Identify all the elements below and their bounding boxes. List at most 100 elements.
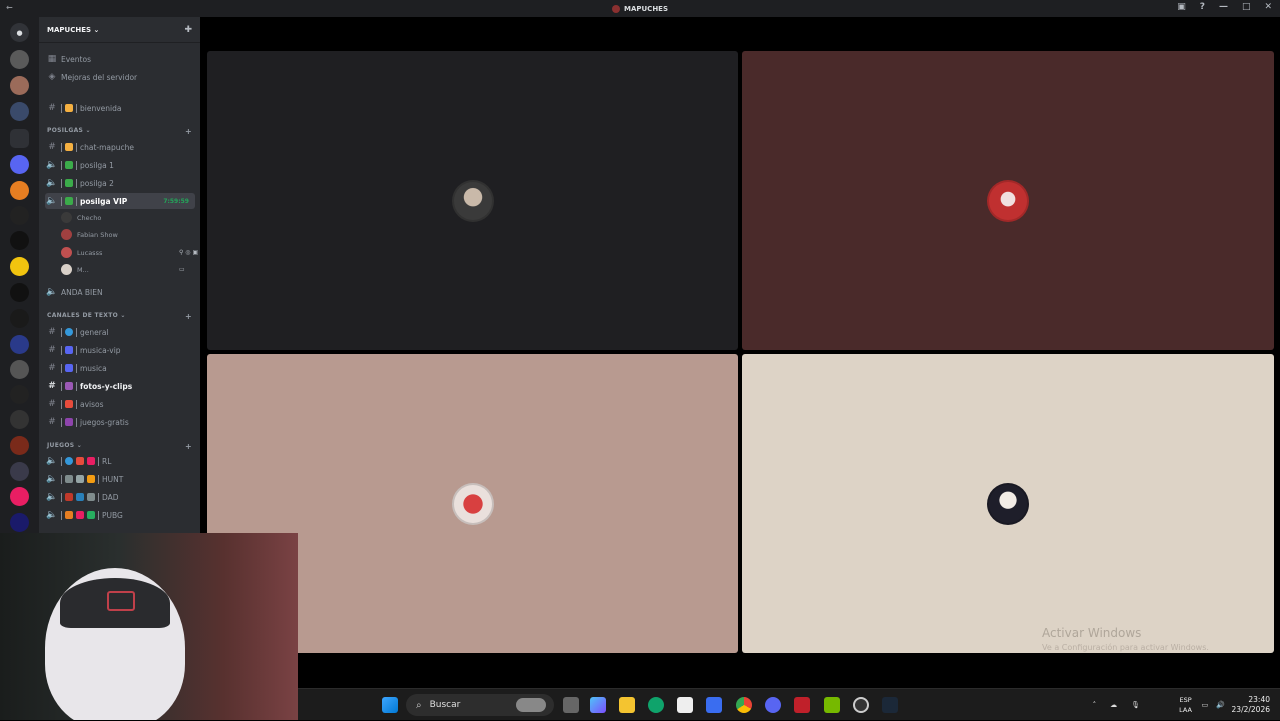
minimize-button[interactable]: — xyxy=(1219,2,1228,12)
channel-fotos-y-clips[interactable]: # fotos-y-clips xyxy=(45,378,195,394)
category-posilgas[interactable]: POSILGAS ⌄ + xyxy=(47,127,192,136)
tile-checho[interactable] xyxy=(207,51,738,350)
server-icon[interactable] xyxy=(10,76,29,95)
emoji-icon xyxy=(76,511,84,519)
hash-icon: # xyxy=(48,399,56,409)
channel-bienvenida[interactable]: # bienvenida xyxy=(45,100,195,116)
channel-juegos-gratis[interactable]: # juegos-gratis xyxy=(45,414,195,430)
voice-user[interactable]: M... ▭ xyxy=(61,262,185,277)
avatar xyxy=(451,179,494,222)
category-text-channels[interactable]: CANALES DE TEXTO ⌄ + xyxy=(47,312,192,321)
server-icon[interactable] xyxy=(10,513,29,532)
boost-icon: ◈ xyxy=(48,72,56,82)
server-icon[interactable] xyxy=(10,360,29,379)
amd-icon[interactable] xyxy=(794,697,810,713)
webcam-overlay xyxy=(0,533,298,720)
channel-musica-vip[interactable]: # musica-vip xyxy=(45,342,195,358)
channel-rl[interactable]: 🔈 RL xyxy=(45,453,195,469)
tile-m[interactable] xyxy=(742,354,1274,653)
start-icon[interactable] xyxy=(382,697,398,713)
discord-icon[interactable] xyxy=(765,697,781,713)
avatar xyxy=(451,482,494,525)
server-icon[interactable] xyxy=(10,102,29,121)
quick-settings[interactable]: ▭ 🔊 xyxy=(1202,689,1225,721)
boost-item[interactable]: ◈ Mejoras del servidor xyxy=(45,69,195,85)
channel-general[interactable]: # general xyxy=(45,324,195,340)
cloud-icon[interactable]: ☁ xyxy=(1110,701,1117,709)
add-channel-icon[interactable]: + xyxy=(185,127,192,136)
search-box[interactable]: ⌕ Buscar xyxy=(406,694,554,716)
discord-home-icon[interactable]: ● xyxy=(10,23,29,42)
speaker-icon: 🔈 xyxy=(46,287,58,297)
chrome-icon[interactable] xyxy=(736,697,752,713)
obs-icon[interactable] xyxy=(853,697,869,713)
close-button[interactable]: ✕ xyxy=(1264,2,1272,12)
clock[interactable]: 23:40 23/2/2026 xyxy=(1232,695,1270,715)
inbox-icon[interactable]: ▣ xyxy=(1177,2,1186,12)
emoji-icon xyxy=(76,475,84,483)
events-item[interactable]: ▦ Eventos xyxy=(45,51,195,67)
server-icon[interactable] xyxy=(10,309,29,328)
tile-fabian[interactable] xyxy=(742,51,1274,350)
server-icon[interactable] xyxy=(10,283,29,302)
steam-icon[interactable] xyxy=(882,697,898,713)
server-icon[interactable] xyxy=(10,257,29,276)
server-icon[interactable] xyxy=(10,335,29,354)
server-icon[interactable] xyxy=(10,385,29,404)
window-title: MAPUCHES xyxy=(623,4,669,13)
microphone-icon[interactable]: 🎙 xyxy=(1131,701,1140,709)
channel-dad[interactable]: 🔈 DAD xyxy=(45,489,195,505)
nvidia-icon[interactable] xyxy=(824,697,840,713)
gamepad-icon xyxy=(65,418,73,426)
add-channel-icon[interactable]: + xyxy=(185,312,192,321)
hash-icon: # xyxy=(48,142,56,152)
avatar xyxy=(987,482,1029,525)
server-icon[interactable] xyxy=(10,155,29,174)
server-icon[interactable] xyxy=(10,487,29,506)
server-icon[interactable] xyxy=(10,410,29,429)
speaker-icon: 🔈 xyxy=(46,510,58,520)
emoji-icon xyxy=(65,143,73,151)
maximize-button[interactable]: □ xyxy=(1242,2,1251,12)
server-icon[interactable] xyxy=(10,50,29,69)
server-icon[interactable] xyxy=(10,181,29,200)
app-icon[interactable] xyxy=(706,697,722,713)
hash-icon: # xyxy=(48,381,56,391)
channel-avisos[interactable]: # avisos xyxy=(45,396,195,412)
voice-user[interactable]: Fabian Show xyxy=(61,227,118,242)
language-indicator[interactable]: ESP LAA xyxy=(1179,695,1192,715)
back-icon[interactable]: ← xyxy=(6,3,13,12)
channel-hunt[interactable]: 🔈 HUNT xyxy=(45,471,195,487)
store-icon[interactable] xyxy=(677,697,693,713)
chevron-up-icon[interactable]: ˄ xyxy=(1093,701,1097,709)
task-view-icon[interactable] xyxy=(563,697,579,713)
server-icon[interactable] xyxy=(10,436,29,455)
voice-status-icons: ⚲ ◎ ▣ xyxy=(179,249,199,256)
help-icon[interactable]: ? xyxy=(1200,2,1205,12)
add-channel-icon[interactable]: + xyxy=(185,442,192,451)
folder-icon[interactable] xyxy=(10,129,29,148)
server-icon[interactable] xyxy=(10,462,29,481)
voice-user[interactable]: Checho xyxy=(61,210,101,225)
music-icon xyxy=(65,346,73,354)
server-icon[interactable] xyxy=(10,206,29,225)
channel-musica[interactable]: # musica xyxy=(45,360,195,376)
invite-icon[interactable]: ✚ xyxy=(184,25,192,35)
search-highlight-icon xyxy=(516,698,546,712)
channel-pubg[interactable]: 🔈 PUBG xyxy=(45,507,195,523)
voice-user[interactable]: Lucasss ⚲ ◎ ▣ xyxy=(61,245,198,260)
server-header[interactable]: MAPUCHES ⌄ ✚ xyxy=(39,17,200,43)
channel-sidebar: MAPUCHES ⌄ ✚ ▦ Eventos ◈ Mejoras del ser… xyxy=(39,17,200,533)
channel-chat-mapuche[interactable]: # chat-mapuche xyxy=(45,139,195,155)
copilot-icon[interactable] xyxy=(590,697,606,713)
category-juegos[interactable]: JUEGOS ⌄ + xyxy=(47,442,192,451)
channel-posilga-1[interactable]: 🔈 posilga 1 xyxy=(45,157,195,173)
channel-anda-bien[interactable]: 🔈 ANDA BIEN xyxy=(45,284,195,300)
volume-icon: 🔊 xyxy=(1216,701,1225,709)
server-icon[interactable] xyxy=(10,231,29,250)
edge-icon[interactable] xyxy=(648,697,664,713)
file-explorer-icon[interactable] xyxy=(619,697,635,713)
channel-posilga-vip[interactable]: 🔈 posilga VIP 7:59:59 xyxy=(45,193,195,209)
channel-posilga-2[interactable]: 🔈 posilga 2 xyxy=(45,175,195,191)
emoji-icon xyxy=(65,179,73,187)
